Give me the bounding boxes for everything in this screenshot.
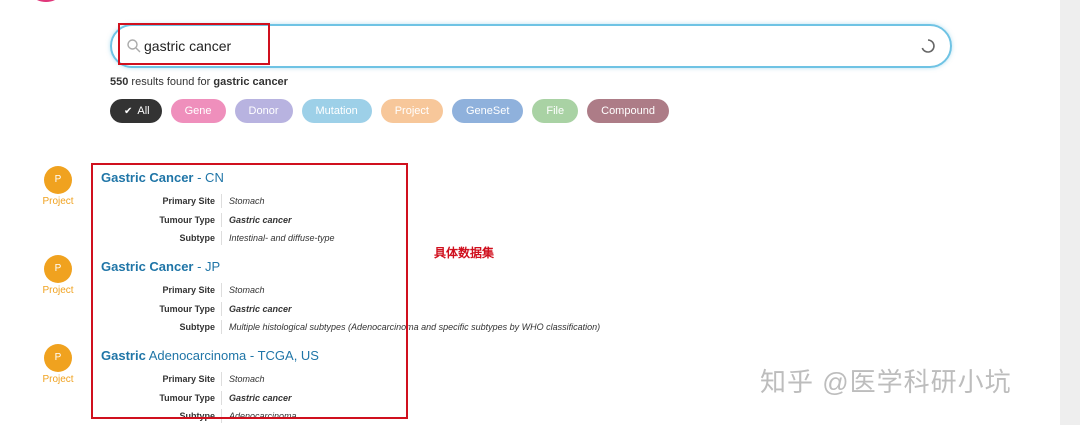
field-value: Intestinal- and diffuse-type	[229, 233, 335, 244]
search-bar	[110, 24, 952, 68]
field-value: Gastric cancer	[229, 392, 292, 403]
field-value: Gastric cancer	[229, 303, 292, 314]
result-fields: Primary Site Stomach Tumour Type Gastric c…	[101, 281, 600, 337]
result-type-label: Project	[42, 374, 74, 385]
search-input[interactable]	[144, 34, 904, 58]
field-key: Tumour Type	[159, 392, 215, 403]
field-value: Stomach	[229, 285, 265, 296]
result-count: 550 results found for gastric cancer	[110, 76, 288, 88]
result-fields: Primary Site Stomach Tumour Type Gastric c…	[101, 192, 335, 248]
filter-mutation[interactable]: Mutation	[301, 99, 372, 123]
field-value: Stomach	[229, 196, 265, 207]
field-key: Tumour Type	[159, 303, 215, 314]
project-badge-icon: P	[44, 255, 72, 283]
page-right-edge	[1060, 0, 1080, 425]
annotation-label: 具体数据集	[434, 246, 495, 260]
logo	[34, 0, 58, 2]
filter-project[interactable]: Project	[380, 99, 443, 123]
filter-gene[interactable]: Gene	[170, 99, 226, 123]
field-key: Subtype	[179, 233, 215, 244]
project-badge-icon: P	[44, 166, 72, 194]
field-value: Adenocarcinoma	[229, 411, 297, 422]
field-key: Subtype	[179, 322, 215, 333]
project-badge-icon: P	[44, 344, 72, 372]
field-value: Stomach	[229, 374, 265, 385]
field-key: Subtype	[179, 411, 215, 422]
loading-spinner-icon	[921, 39, 935, 53]
result-title-link[interactable]: Gastric Cancer - CN	[101, 170, 224, 185]
filter-compound[interactable]: Compound	[587, 99, 669, 123]
result-title-link[interactable]: Gastric Cancer - JP	[101, 259, 220, 274]
result-type-label: Project	[42, 285, 74, 296]
filter-all[interactable]: ✔ All	[110, 99, 162, 123]
search-icon	[127, 39, 141, 53]
filter-file[interactable]: File	[532, 99, 579, 123]
field-key: Tumour Type	[159, 214, 215, 225]
field-key: Primary Site	[162, 196, 215, 207]
field-key: Primary Site	[162, 285, 215, 296]
field-key: Primary Site	[162, 374, 215, 385]
check-icon: ✔	[124, 106, 133, 117]
field-value: Multiple histological subtypes (Adenocar…	[229, 322, 601, 333]
watermark: 知乎 @医学科研小坑	[760, 367, 1012, 397]
filter-donor[interactable]: Donor	[234, 99, 293, 123]
type-filters: ✔ All Gene Donor Mutation Project GeneSet…	[110, 99, 669, 123]
filter-geneset[interactable]: GeneSet	[451, 99, 524, 123]
field-value: Gastric cancer	[229, 214, 292, 225]
result-title-link[interactable]: Gastric Adenocarcinoma - TCGA, US	[101, 348, 319, 363]
result-fields: Primary Site Stomach Tumour Type Gastric c…	[101, 370, 297, 426]
result-type-label: Project	[42, 196, 74, 207]
